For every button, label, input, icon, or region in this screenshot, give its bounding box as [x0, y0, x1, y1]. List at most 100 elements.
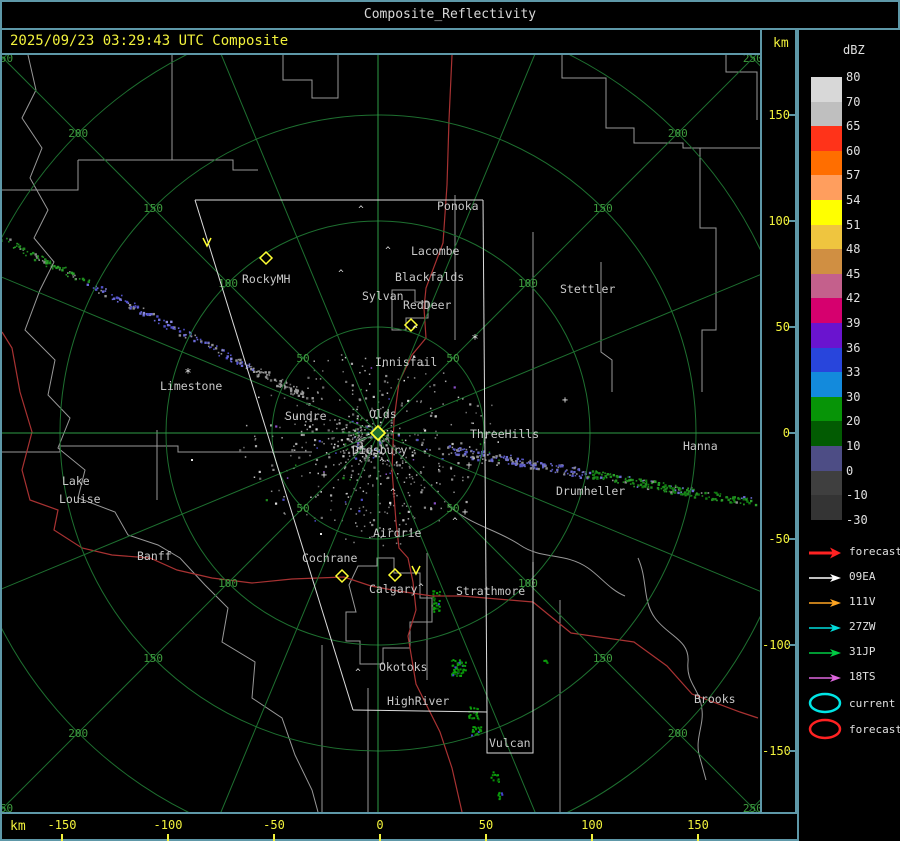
legend-track-label: 31JP: [849, 645, 876, 658]
city-label-lake: Lake: [62, 474, 90, 488]
city-label-calgary: Calgary: [369, 582, 418, 596]
bottom-axis: km -150 -100 -50 0 50 100 150: [0, 812, 797, 841]
right-axis-tick-label: 50: [775, 320, 790, 334]
dbz-scale-label: 20: [846, 414, 861, 429]
legend-ellipse-current: current: [805, 691, 900, 714]
range-ring-label: 150: [593, 652, 613, 665]
dbz-swatch: [811, 421, 842, 446]
dbz-swatch: [811, 396, 842, 422]
legend-ellipse-label: current: [849, 697, 896, 710]
town-marker-icon: ^: [358, 205, 364, 215]
bottom-axis-tick: [379, 834, 381, 841]
range-ring-label: 250: [743, 55, 760, 65]
bottom-axis-tick-label: 100: [581, 818, 603, 832]
range-ring-label: 50: [446, 502, 459, 515]
site-asterisk-icon: *: [184, 366, 191, 380]
site-plus-icon: +: [462, 507, 468, 518]
ellipse-icon: [808, 692, 842, 714]
bottom-axis-tick: [485, 834, 487, 841]
legend-track-18TS: 18TS: [805, 667, 900, 689]
dbz-swatch: [811, 470, 842, 496]
town-marker-icon: ^: [452, 517, 458, 527]
right-axis-tick-label: -150: [762, 744, 791, 758]
town-marker-icon: ^: [385, 246, 391, 256]
town-marker-icon: ^: [355, 668, 361, 678]
city-label-drumheller: Drumheller: [556, 484, 625, 498]
site-plus-icon: +: [466, 460, 472, 471]
radar-map-container[interactable]: 50 50 50 50 100 100 100 100 150 150 150 150 200 200 20…: [0, 0, 900, 841]
dbz-scale-label: 57: [846, 168, 861, 183]
city-label-okotoks: Okotoks: [379, 660, 427, 674]
radar-site-icon: [387, 567, 403, 583]
bottom-axis-tick: [273, 834, 275, 841]
bottom-axis-tick: [167, 834, 169, 841]
bottom-axis-tick: [697, 834, 699, 841]
track-arrow-icon: [809, 574, 841, 582]
city-label-reddeer: RedDeer: [403, 298, 452, 312]
dbz-swatch: [811, 495, 842, 520]
right-axis: km 150 100 50 0 -50 -100 -150: [760, 30, 797, 812]
radar-app-window: Composite_Reflectivity 2025/09/23 03:29:…: [0, 0, 900, 841]
right-axis-tick-label: 150: [768, 108, 790, 122]
radar-site-icon: [334, 568, 350, 584]
dbz-scale-label: 51: [846, 217, 861, 232]
timestamp-bar: 2025/09/23 03:29:43 UTC Composite: [0, 30, 760, 55]
dbz-swatch: [811, 175, 842, 200]
legend-track-label: forecast: [849, 545, 900, 558]
right-axis-tick: [789, 220, 797, 222]
city-label-banff: Banff: [137, 549, 172, 563]
site-plus-icon: +: [321, 470, 327, 481]
dbz-scale-label: 30: [846, 389, 861, 404]
dbz-scale-label: 70: [846, 94, 861, 109]
range-ring-label: 150: [593, 202, 613, 215]
legend-track-label: 18TS: [849, 670, 876, 683]
city-label-cochrane: Cochrane: [302, 551, 357, 565]
dbz-scale-label: 10: [846, 439, 861, 453]
dbz-swatch: [811, 347, 842, 373]
right-axis-tick-label: 0: [782, 426, 790, 440]
track-arrow-icon: [809, 599, 841, 607]
city-label-threehills: ThreeHills: [470, 427, 539, 441]
bottom-axis-tick-label: 150: [687, 818, 709, 832]
town-marker-icon: ^: [379, 458, 385, 468]
window-title: Composite_Reflectivity: [0, 0, 900, 30]
legend-track-forecast: forecast: [805, 542, 900, 564]
site-asterisk-icon: *: [471, 332, 478, 346]
dbz-swatch: [811, 224, 842, 250]
range-ring-label: 200: [668, 127, 688, 140]
right-axis-tick: [789, 750, 797, 752]
radar-map[interactable]: 50 5050 50100 100100 100150 150150 150200 20020…: [0, 0, 900, 841]
dbz-scale-label: 33: [846, 365, 861, 380]
track-arrow-icon: [809, 649, 841, 657]
legend-track-label: 111V: [849, 595, 876, 608]
legend-track-09EA: 09EA: [805, 567, 900, 589]
bottom-axis-tick-label: 0: [376, 818, 384, 832]
town-marker-icon: ^: [338, 269, 344, 279]
right-axis-unit: km: [773, 36, 789, 51]
dbz-scale-label: 48: [846, 242, 861, 257]
city-label-rockymh: RockyMH: [242, 272, 291, 286]
track-arrow-icon: [809, 624, 841, 632]
legend-track-111V: 111V: [805, 592, 900, 614]
dbz-scale-label: 0: [846, 463, 854, 478]
bottom-axis-tick: [591, 834, 593, 841]
city-label-innisfail: Innisfail: [375, 355, 437, 369]
dbz-scale-label: 65: [846, 119, 861, 134]
site-plus-icon: +: [562, 395, 568, 406]
bottom-axis-tick: [61, 834, 63, 841]
dbz-swatch: [811, 273, 842, 299]
dbz-swatch: [811, 446, 842, 471]
city-label-vulcan: Vulcan: [489, 736, 531, 750]
dbz-swatch: [811, 372, 842, 397]
range-ring-label: 200: [68, 127, 88, 140]
town-marker-icon: ^: [412, 325, 418, 335]
legend-track-27ZW: 27ZW: [805, 617, 900, 639]
right-axis-tick-label: -100: [762, 638, 791, 652]
dbz-swatch: [811, 249, 842, 274]
dbz-swatch: [811, 77, 842, 102]
city-label-blackfalds: Blackfalds: [395, 270, 464, 284]
dbz-scale-label: -30: [846, 512, 868, 527]
right-axis-tick: [789, 114, 797, 116]
range-ring-label: 200: [668, 727, 688, 740]
right-axis-tick: [789, 644, 797, 646]
